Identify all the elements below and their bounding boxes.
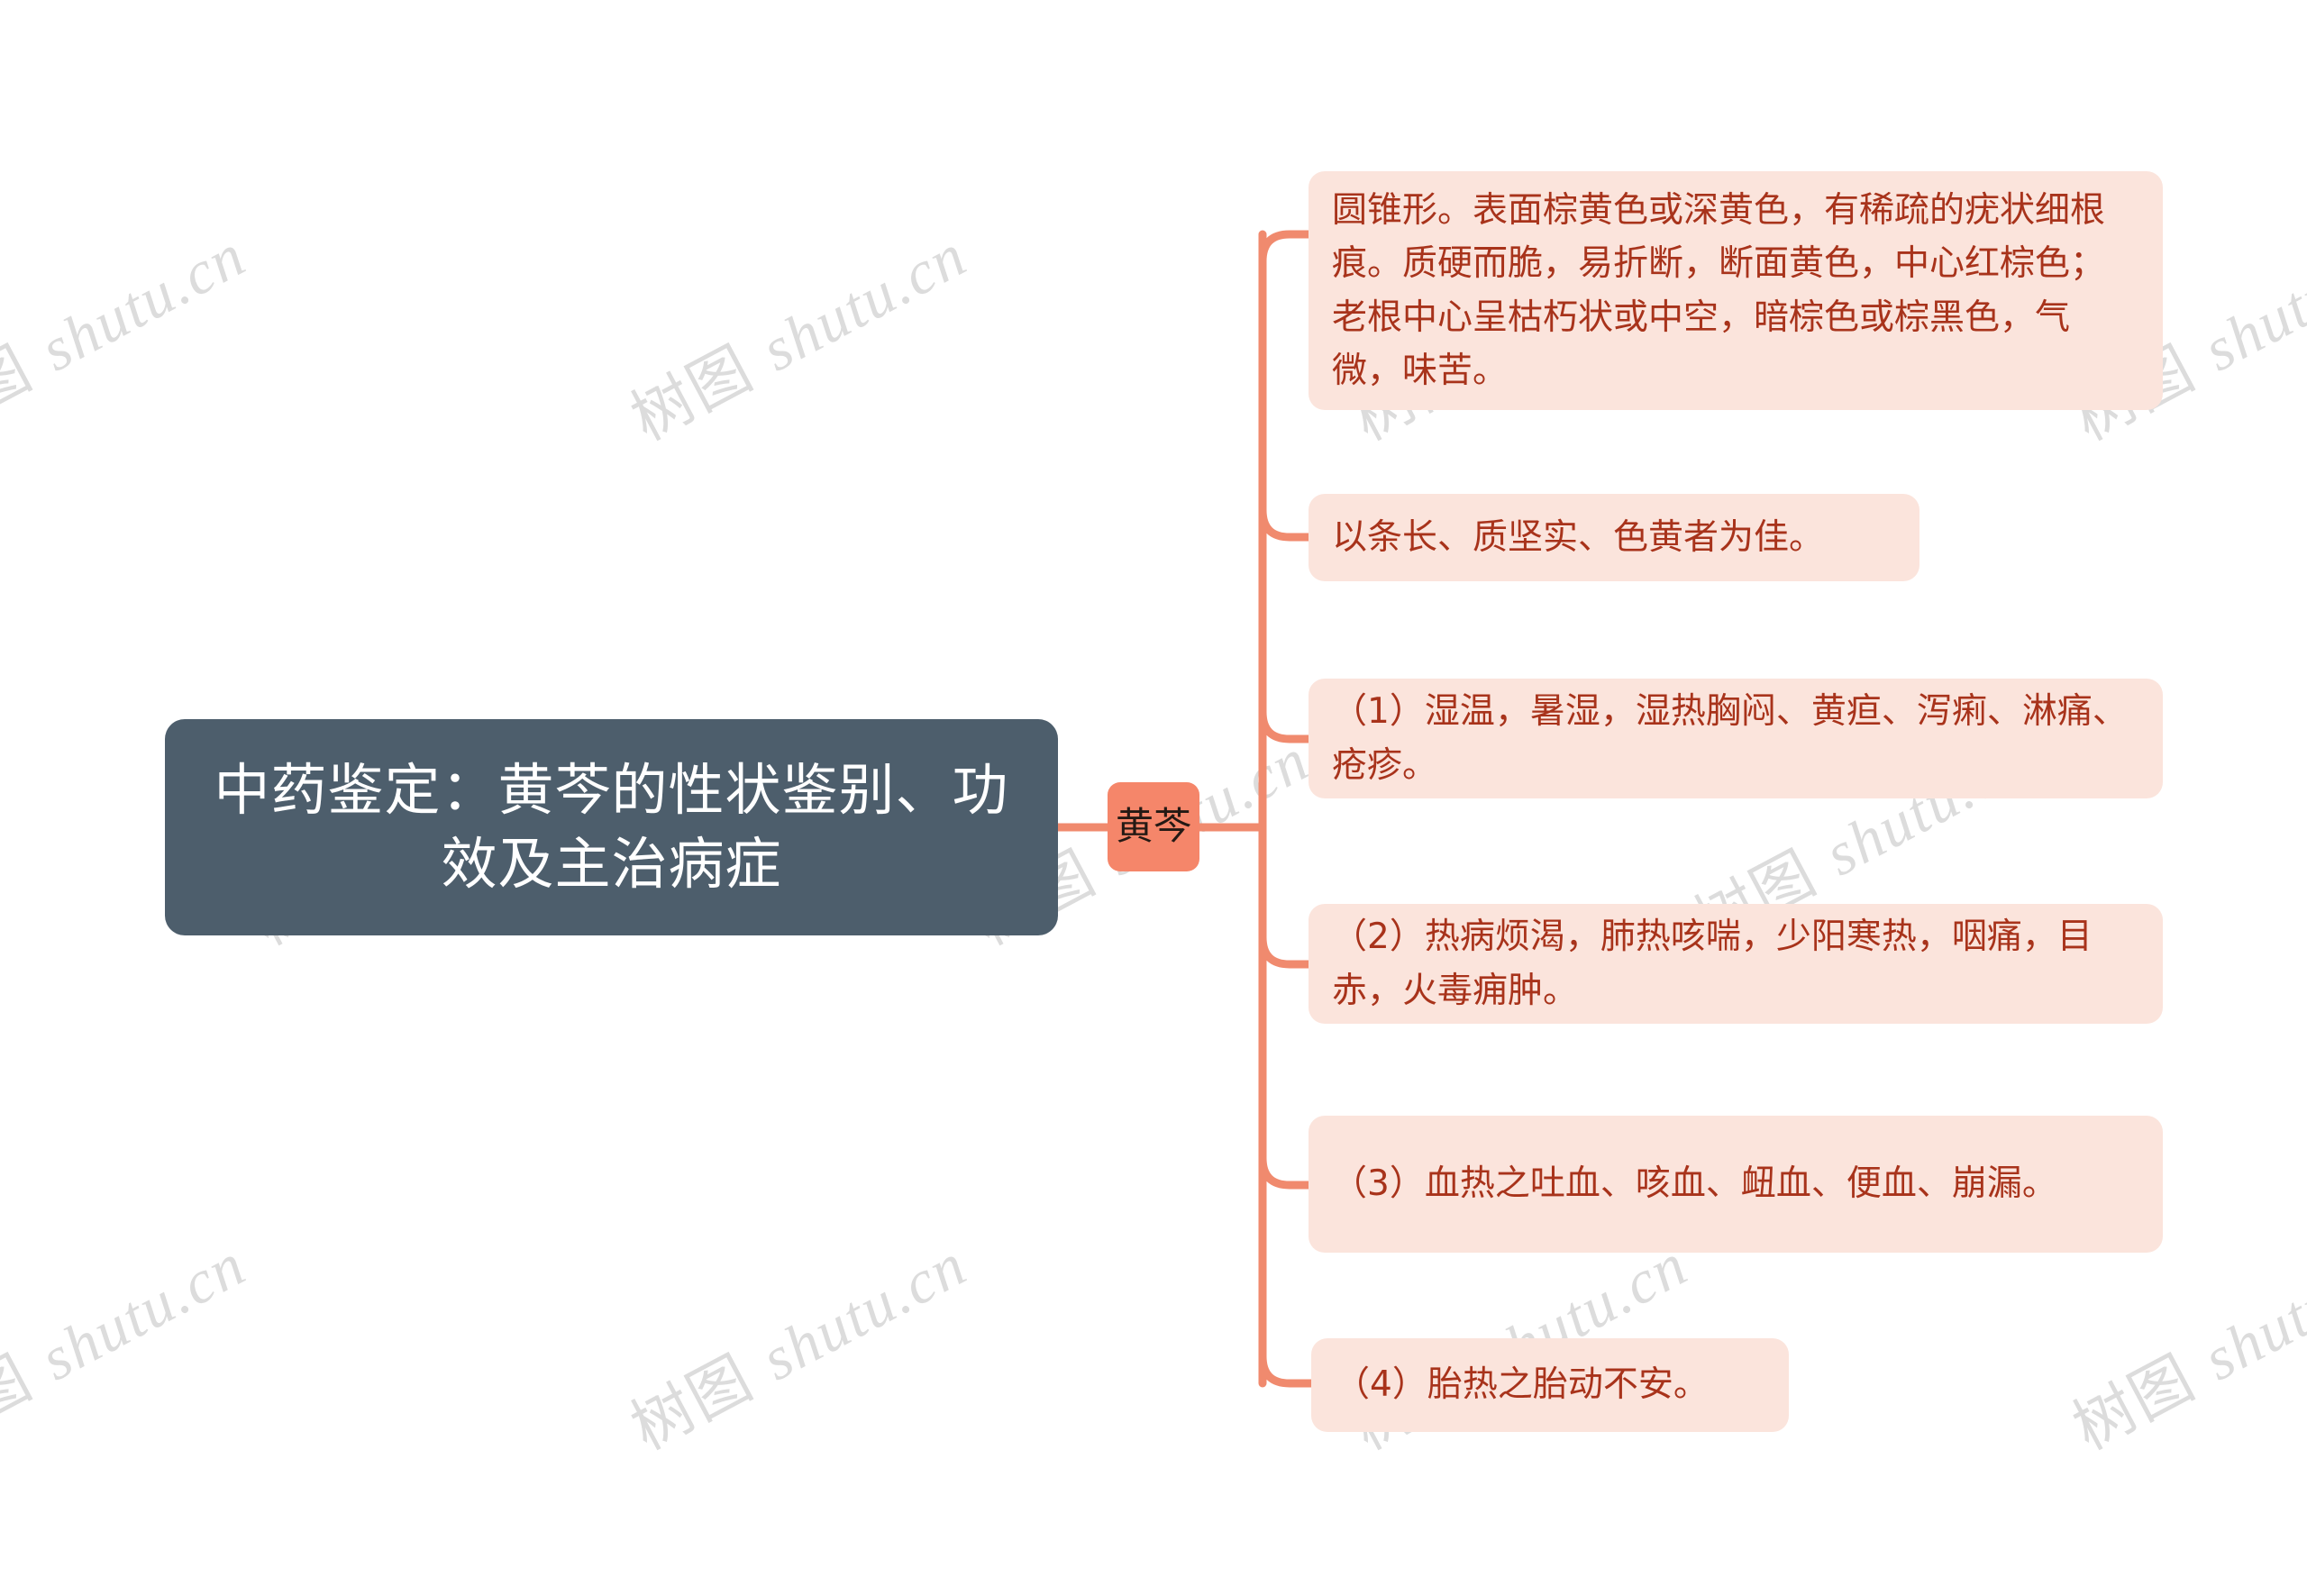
leaf-node-6[interactable]: （4）胎热之胎动不安。 — [1311, 1338, 1789, 1432]
leaf-node-5[interactable]: （3）血热之吐血、咳血、衄血、便血、崩漏。 — [1309, 1116, 2163, 1253]
branch-node-huangqin[interactable]: 黄芩 — [1108, 782, 1199, 871]
leaf-node-1-label: 圆锥形。表面棕黄色或深黄色，有稀疏的疣状细根痕。质硬而脆，易折断，断面黄色，中心… — [1332, 189, 2106, 391]
leaf-node-4-label: （2）热病烦渴，肺热咳喘，少阳寒热，咽痛，目赤，火毒痈肿。 — [1332, 917, 2093, 1011]
leaf-node-2[interactable]: 以条长、质坚实、色黄者为佳。 — [1309, 494, 1919, 581]
leaf-node-3-label: （1）湿温，暑湿，湿热胸闷、黄疸、泻痢、淋痛、疮疹。 — [1332, 691, 2128, 786]
leaf-node-1[interactable]: 圆锥形。表面棕黄色或深黄色，有稀疏的疣状细根痕。质硬而脆，易折断，断面黄色，中心… — [1309, 171, 2163, 410]
node-layer: 中药鉴定：黄芩的性状鉴别、功效及主治病症 黄芩 圆锥形。表面棕黄色或深黄色，有稀… — [0, 0, 2307, 1596]
mindmap-canvas: 树图 shutu.cn树图 shutu.cn树图 shutu.cn树图 shut… — [0, 0, 2307, 1596]
root-node[interactable]: 中药鉴定：黄芩的性状鉴别、功效及主治病症 — [165, 719, 1058, 935]
leaf-node-2-label: 以条长、质坚实、色黄者为佳。 — [1332, 516, 1825, 558]
root-node-label: 中药鉴定：黄芩的性状鉴别、功效及主治病症 — [214, 757, 1009, 897]
branch-node-label: 黄芩 — [1115, 804, 1191, 849]
leaf-node-5-label: （3）血热之吐血、咳血、衄血、便血、崩漏。 — [1332, 1163, 2057, 1205]
leaf-node-4[interactable]: （2）热病烦渴，肺热咳喘，少阳寒热，咽痛，目赤，火毒痈肿。 — [1309, 904, 2163, 1024]
leaf-node-3[interactable]: （1）湿温，暑湿，湿热胸闷、黄疸、泻痢、淋痛、疮疹。 — [1309, 679, 2163, 798]
leaf-node-6-label: （4）胎热之胎动不安。 — [1335, 1364, 1709, 1406]
